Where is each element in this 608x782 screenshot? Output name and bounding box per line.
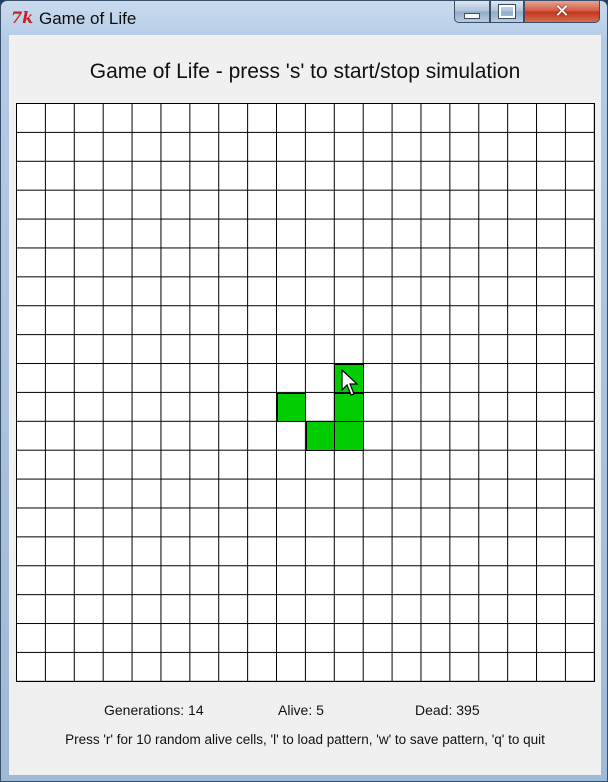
- alive-cell[interactable]: [276, 392, 307, 423]
- generations-counter: Generations: 14: [104, 702, 204, 718]
- mouse-pointer-icon: [341, 369, 359, 396]
- close-icon: ✕: [554, 1, 570, 22]
- life-grid-canvas[interactable]: [16, 103, 595, 682]
- maximize-icon: [498, 4, 516, 19]
- window-title: Game of Life: [39, 9, 137, 28]
- alive-counter: Alive: 5: [278, 702, 324, 718]
- dead-counter: Dead: 395: [415, 702, 480, 718]
- alive-cell[interactable]: [305, 421, 336, 452]
- app-window: 7k Game of Life ✕ Game of Life - press '…: [0, 0, 608, 782]
- minimize-button[interactable]: [454, 1, 490, 23]
- minimize-icon: [464, 12, 480, 19]
- title-bar[interactable]: 7k Game of Life ✕: [1, 1, 607, 35]
- tk-feather-icon: 7k: [11, 8, 34, 27]
- client-area: Game of Life - press 's' to start/stop s…: [9, 35, 601, 775]
- keyboard-help-text: Press 'r' for 10 random alive cells, 'l'…: [65, 732, 545, 747]
- maximize-button[interactable]: [490, 1, 524, 23]
- close-button[interactable]: ✕: [524, 1, 600, 23]
- alive-cell[interactable]: [334, 421, 365, 452]
- page-title: Game of Life - press 's' to start/stop s…: [89, 60, 521, 83]
